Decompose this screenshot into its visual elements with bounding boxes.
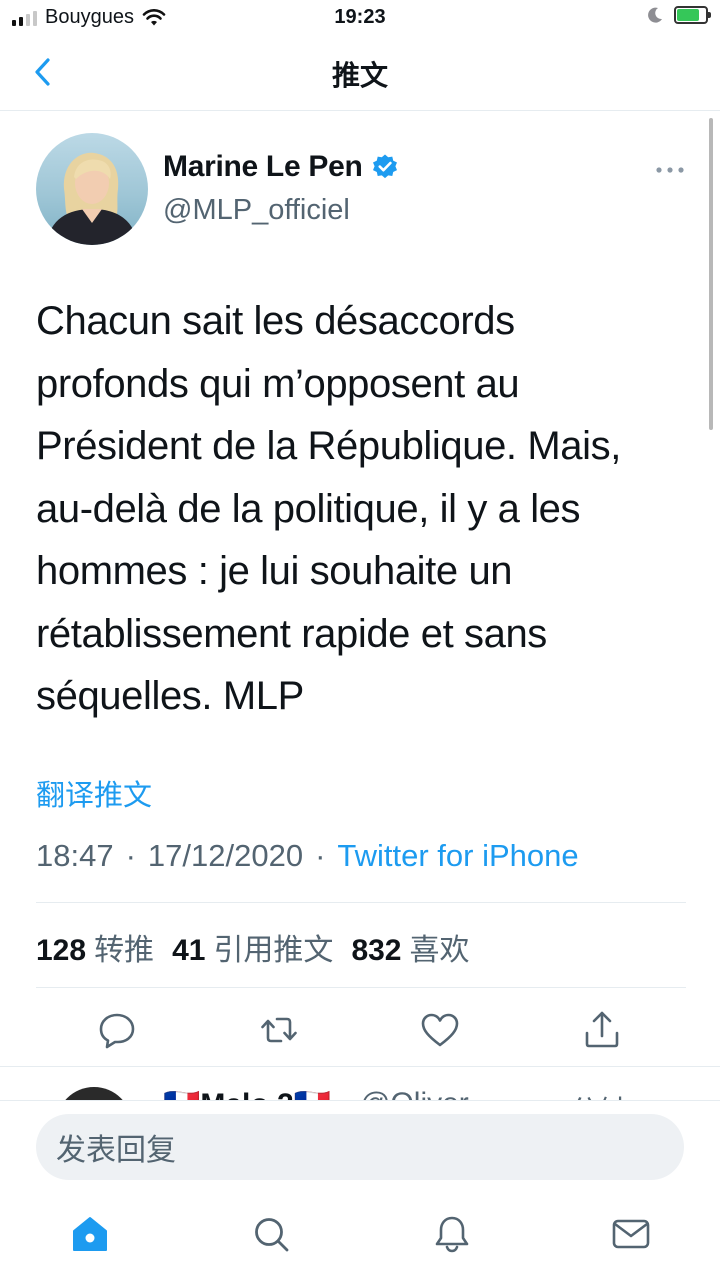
tweet-source-link[interactable]: Twitter for iPhone bbox=[337, 838, 578, 874]
retweet-count[interactable]: 128 bbox=[36, 934, 86, 968]
author-handle[interactable]: @MLP_officiel bbox=[163, 194, 399, 227]
reply-icon[interactable] bbox=[95, 1008, 139, 1052]
author-name[interactable]: Marine Le Pen bbox=[163, 150, 363, 184]
like-label[interactable]: 喜欢 bbox=[410, 925, 470, 969]
divider bbox=[36, 987, 686, 988]
reply-preview[interactable]: 🇫🇷Malo 2🇫🇷 @Oliver 21分钟 bbox=[0, 1066, 720, 1101]
notifications-icon[interactable] bbox=[432, 1214, 472, 1254]
reply-author-handle: @Oliver bbox=[360, 1087, 469, 1101]
meta-separator: · bbox=[315, 838, 326, 873]
search-icon[interactable] bbox=[251, 1214, 291, 1254]
messages-icon[interactable] bbox=[611, 1214, 651, 1254]
meta-separator: · bbox=[125, 838, 136, 873]
clock: 19:23 bbox=[334, 6, 386, 28]
tweet-text: Chacun sait les désaccords profonds qui … bbox=[36, 299, 621, 718]
retweet-label[interactable]: 转推 bbox=[94, 925, 154, 969]
reply-avatar[interactable] bbox=[56, 1087, 132, 1101]
author-avatar[interactable] bbox=[36, 133, 148, 245]
status-bar: Bouygues 19:23 bbox=[0, 0, 720, 36]
status-right bbox=[646, 6, 711, 24]
tweet-meta: 18:47 · 17/12/2020 · Twitter for iPhone bbox=[36, 838, 579, 874]
page-title: 推文 bbox=[331, 60, 388, 91]
translate-link[interactable]: 翻译推文 bbox=[36, 772, 152, 814]
compose-bar: 发表回复 bbox=[0, 1100, 720, 1191]
tweet-stats: 128 转推 41 引用推文 832 喜欢 bbox=[36, 925, 488, 969]
quote-label[interactable]: 引用推文 bbox=[213, 925, 333, 969]
moon-icon bbox=[648, 7, 662, 23]
reply-author-name: 🇫🇷Malo 2🇫🇷 bbox=[163, 1087, 331, 1101]
more-icon[interactable] bbox=[654, 160, 686, 180]
scroll-indicator[interactable] bbox=[709, 118, 713, 430]
tab-bar bbox=[0, 1190, 720, 1280]
like-count[interactable]: 832 bbox=[351, 934, 401, 968]
retweet-icon[interactable] bbox=[257, 1008, 301, 1052]
verified-badge-icon bbox=[372, 154, 397, 179]
tweet-time: 18:47 bbox=[36, 838, 114, 873]
reply-input[interactable]: 发表回复 bbox=[36, 1114, 684, 1180]
avatar-image bbox=[36, 133, 148, 245]
tweet-date: 17/12/2020 bbox=[147, 838, 304, 873]
tweet-actions bbox=[0, 1008, 720, 1054]
quote-count[interactable]: 41 bbox=[172, 934, 205, 968]
battery-icon bbox=[674, 6, 711, 24]
reply-time: 21分钟 bbox=[536, 1087, 629, 1101]
like-icon[interactable] bbox=[418, 1008, 462, 1052]
divider bbox=[36, 902, 686, 903]
author-block: Marine Le Pen @MLP_officiel bbox=[163, 150, 399, 227]
author-name-row: Marine Le Pen bbox=[163, 150, 399, 184]
share-icon[interactable] bbox=[580, 1008, 624, 1052]
nav-bar: 推文 bbox=[0, 36, 720, 111]
home-icon[interactable] bbox=[70, 1214, 110, 1254]
